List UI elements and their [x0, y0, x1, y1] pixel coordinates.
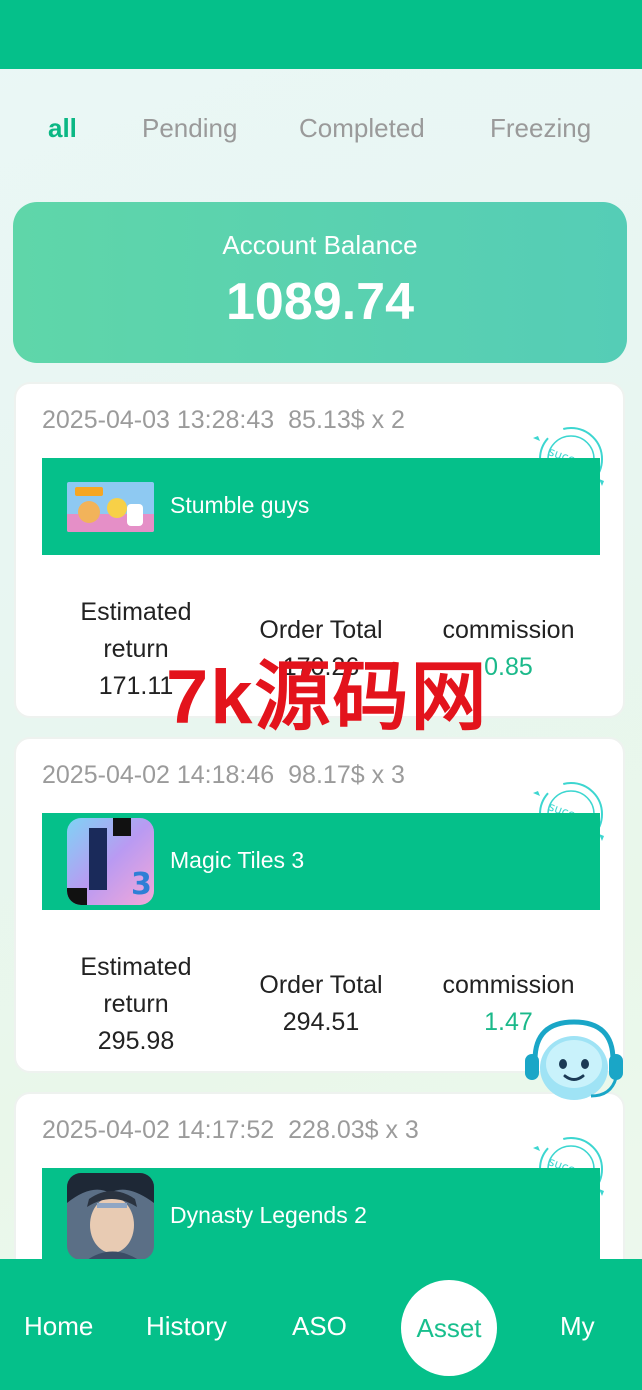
tab-all[interactable]: all: [48, 108, 77, 148]
total-label: Order Total: [259, 616, 383, 644]
estimated-value: 295.98: [97, 1027, 175, 1055]
estimated-return: Estimated return 295.98: [56, 949, 216, 1060]
balance-label: Account Balance: [222, 230, 418, 260]
nav-asset[interactable]: Asset: [401, 1280, 497, 1376]
order-total: Order Total 294.51: [241, 967, 401, 1041]
tab-completed[interactable]: Completed: [299, 108, 425, 148]
order-meta: 2025-04-02 14:17:52 228.03$ x 3: [42, 1116, 419, 1145]
game-name: Dynasty Legends 2: [170, 1202, 367, 1228]
estimated-label: Estimated return: [80, 953, 192, 1018]
stumble-guys-icon: [67, 482, 154, 532]
svg-text:3: 3: [131, 867, 152, 902]
tab-pending[interactable]: Pending: [142, 108, 237, 148]
total-value: 294.51: [282, 1008, 360, 1036]
order-datetime: 2025-04-02 14:18:46: [42, 761, 275, 789]
total-label: Order Total: [259, 971, 383, 999]
magic-tiles-icon: 3: [67, 818, 154, 905]
nav-history[interactable]: History: [146, 1311, 227, 1342]
game-banner: Dynasty Legends 2: [42, 1168, 600, 1265]
top-bar: [0, 0, 642, 69]
order-price: 85.13$ x 2: [288, 406, 405, 434]
order-meta: 2025-04-02 14:18:46 98.17$ x 3: [42, 761, 405, 790]
game-name: Stumble guys: [170, 492, 310, 518]
order-price: 98.17$ x 3: [288, 761, 405, 789]
nav-home[interactable]: Home: [24, 1311, 93, 1342]
watermark: 7k源码网: [166, 655, 489, 740]
nav-my[interactable]: My: [560, 1311, 595, 1342]
game-name: Magic Tiles 3: [170, 847, 305, 873]
order-datetime: 2025-04-03 13:28:43: [42, 406, 275, 434]
commission-label: commission: [442, 616, 575, 644]
nav-aso[interactable]: ASO: [292, 1311, 347, 1342]
order-meta: 2025-04-03 13:28:43 85.13$ x 2: [42, 406, 405, 435]
support-bot-icon[interactable]: [521, 1016, 627, 1112]
order-price: 228.03$ x 3: [288, 1116, 419, 1144]
commission-label: commission: [442, 971, 575, 999]
order-datetime: 2025-04-02 14:17:52: [42, 1116, 275, 1144]
dynasty-legends-icon: [67, 1173, 154, 1260]
game-banner: 3 Magic Tiles 3: [42, 813, 600, 910]
balance-card: Account Balance 1089.74: [13, 202, 627, 363]
status-tabs: all Pending Completed Freezing: [0, 108, 642, 148]
game-banner: Stumble guys: [42, 458, 600, 555]
bottom-nav: Home History ASO Asset My: [0, 1259, 642, 1390]
tab-freezing[interactable]: Freezing: [490, 108, 591, 148]
balance-amount: 1089.74: [226, 273, 414, 331]
